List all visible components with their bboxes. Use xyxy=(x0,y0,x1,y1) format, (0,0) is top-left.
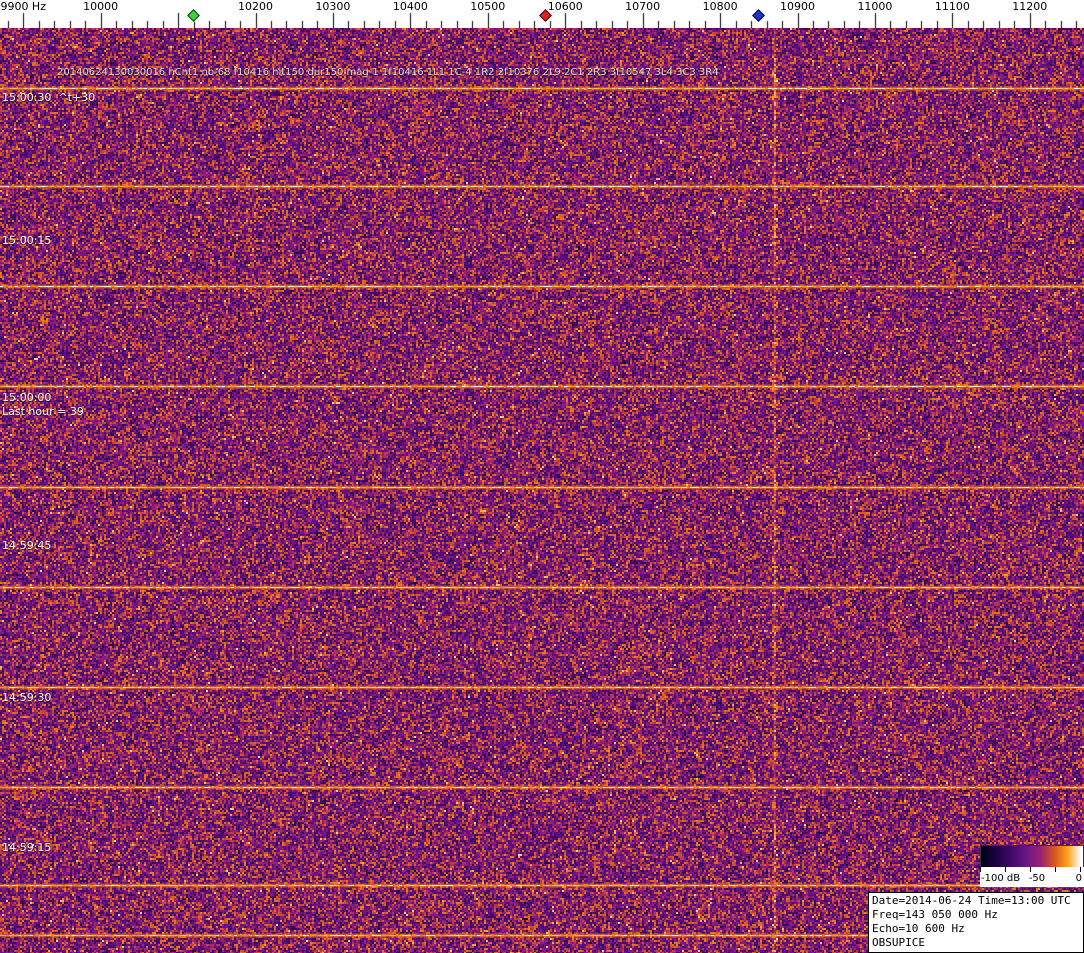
info-line: Freq=143 050 000 Hz xyxy=(872,908,1080,922)
freq-tick-label: 10600 xyxy=(548,0,583,14)
spectrogram-canvas xyxy=(0,28,1084,953)
info-line: OBSUPICE xyxy=(872,936,1080,950)
freq-tick-label: 11100 xyxy=(935,0,970,14)
freq-tick-label: 11000 xyxy=(857,0,892,14)
db-gradient-bar xyxy=(980,845,1084,867)
freq-tick-label: 10200 xyxy=(238,0,273,14)
info-line: Date=2014-06-24 Time=13:00 UTC xyxy=(872,894,1080,908)
freq-tick-label: 9900 Hz xyxy=(0,0,46,14)
freq-tick-label: 10700 xyxy=(625,0,660,14)
db-color-scale: -100 dB -50 0 xyxy=(980,845,1084,887)
time-label: 14:59:15 xyxy=(2,841,51,854)
waterfall-plot: 20140624130030016 hCnt1 nb-68 f10416 hit… xyxy=(0,28,1084,953)
time-label: 15:00:00 xyxy=(2,391,51,404)
freq-tick-label: 10900 xyxy=(780,0,815,14)
freq-tick-label: 10500 xyxy=(470,0,505,14)
frequency-ruler: 9900 Hz 10000 10200 10300 10400 10500 10600 107… xyxy=(0,0,1084,28)
last-hour-count: Last hour = 39 xyxy=(2,405,84,418)
time-label: 14:59:30 xyxy=(2,691,51,704)
db-scale-labels: -100 dB -50 0 xyxy=(980,872,1084,887)
time-label: 14:59:45 xyxy=(2,539,51,552)
freq-tick-label: 10300 xyxy=(315,0,350,14)
freq-tick-label: 10800 xyxy=(703,0,738,14)
station-info-box: Date=2014-06-24 Time=13:00 UTC Freq=143 0… xyxy=(868,892,1084,953)
info-line: Echo=10 600 Hz xyxy=(872,922,1080,936)
time-label: 15:00:15 xyxy=(2,234,51,247)
spectrogram-app: 9900 Hz 10000 10200 10300 10400 10500 10600 107… xyxy=(0,0,1084,953)
db-label-min: -100 dB xyxy=(981,873,1020,884)
freq-tick-label: 10400 xyxy=(393,0,428,14)
db-label-mid: -50 xyxy=(1029,873,1045,884)
freq-tick-label: 10000 xyxy=(83,0,118,14)
time-label: 15:00:30 ^t+30 xyxy=(2,91,95,104)
db-label-max: 0 xyxy=(1076,873,1082,884)
freq-tick-label: 11200 xyxy=(1012,0,1047,14)
event-header-text: 20140624130030016 hCnt1 nb-68 f10416 hit… xyxy=(57,67,719,78)
